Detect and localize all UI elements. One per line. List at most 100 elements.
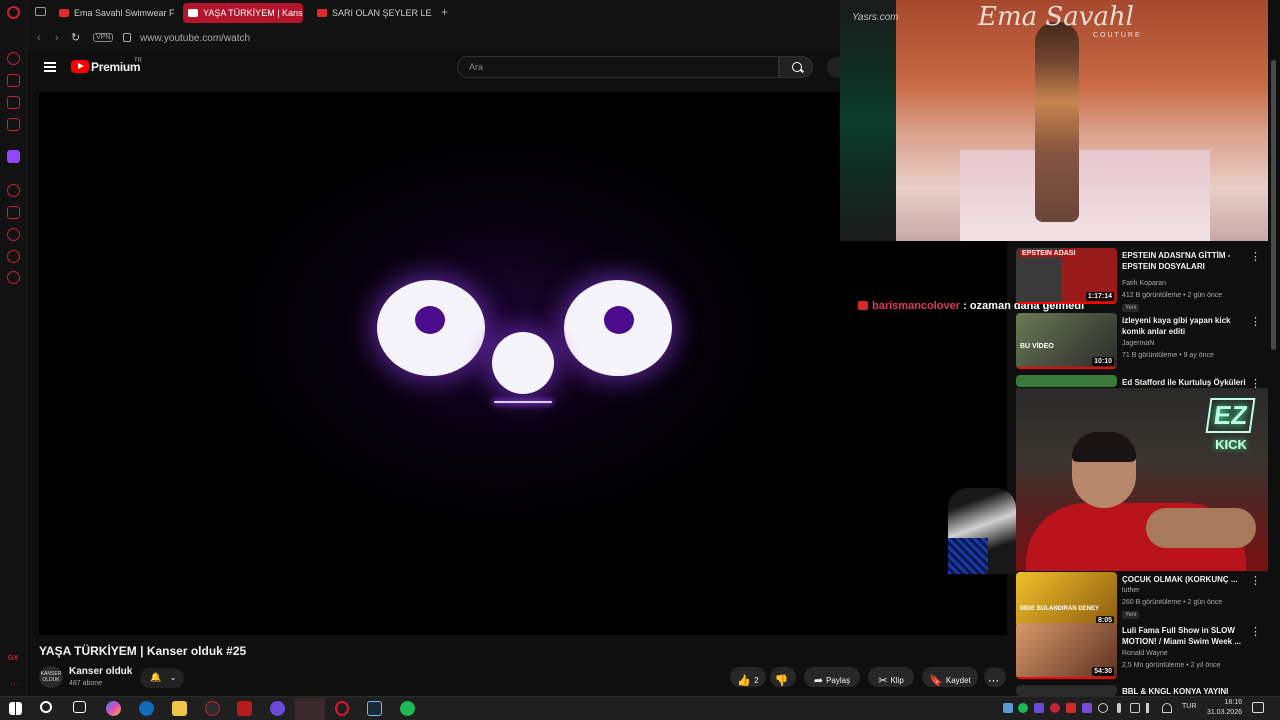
- new-tab-button[interactable]: +: [441, 5, 448, 19]
- voice-search-button[interactable]: [827, 57, 840, 77]
- opera-icon[interactable]: [335, 701, 349, 716]
- tray-settings-icon[interactable]: [1098, 703, 1108, 713]
- channel-name[interactable]: Fatih Koparan: [1122, 280, 1166, 287]
- runway-floor: [960, 150, 1210, 241]
- more-vert-icon[interactable]: ⋮: [1250, 625, 1261, 638]
- page-scrollbar[interactable]: [1270, 30, 1278, 694]
- tray-display-icon[interactable]: [1130, 703, 1140, 713]
- recommended-video[interactable]: Ed Stafford ile Kurtuluş Öyküleri ⋮: [1016, 375, 1268, 390]
- tray-record-icon[interactable]: [1066, 703, 1076, 713]
- reload-icon[interactable]: ↻: [71, 31, 80, 44]
- tray-discord-icon[interactable]: [1034, 703, 1044, 713]
- share-icon: ➦: [813, 675, 824, 687]
- runway-logo-sub: COUTURE: [1093, 32, 1142, 39]
- messenger-icon[interactable]: [7, 96, 20, 109]
- tray-language[interactable]: TUR: [1182, 703, 1196, 710]
- video-title[interactable]: izleyeni kaya gibi yapan kick komik anla…: [1122, 315, 1250, 337]
- streamer-hair: [1072, 432, 1136, 462]
- search-input[interactable]: Ara: [457, 56, 779, 78]
- channel-name[interactable]: luther: [1122, 587, 1140, 594]
- video-meta: 412 B görüntüleme • 2 gün önce: [1122, 292, 1223, 299]
- video-thumbnail[interactable]: 54:30: [1016, 623, 1117, 679]
- tray-network-icon[interactable]: [1003, 703, 1013, 713]
- recorder-icon[interactable]: [205, 701, 220, 716]
- voicemod-icon[interactable]: [237, 701, 252, 716]
- more-vert-icon[interactable]: ⋮: [1250, 574, 1261, 587]
- youtube-logo-icon[interactable]: [71, 60, 89, 73]
- copilot-icon[interactable]: [106, 701, 121, 716]
- video-thumbnail[interactable]: BU VİDEO 10:10: [1016, 313, 1117, 369]
- steam-icon[interactable]: [367, 701, 382, 716]
- more-actions-button[interactable]: ⋯: [984, 667, 1006, 687]
- share-button[interactable]: ➦ Paylaş: [804, 667, 860, 687]
- task-view-icon[interactable]: [73, 701, 86, 713]
- twitch-icon[interactable]: [7, 150, 20, 163]
- video-thumbnail[interactable]: [1016, 685, 1117, 696]
- video-thumbnail[interactable]: MİDE BULANDIRAN DENEY 8:05: [1016, 572, 1117, 628]
- video-title[interactable]: Ed Stafford ile Kurtuluş Öyküleri: [1122, 377, 1250, 388]
- channel-avatar[interactable]: KANSER OLDUK: [39, 666, 63, 688]
- tray-spotify-icon[interactable]: [1018, 703, 1028, 713]
- extensions-icon[interactable]: [7, 250, 20, 263]
- history-icon[interactable]: [7, 228, 20, 241]
- youtube-brand[interactable]: Premium: [91, 60, 141, 74]
- recommended-video[interactable]: MİDE BULANDIRAN DENEY 8:05 ÇOCUK OLMAK (…: [1016, 572, 1268, 628]
- more-vert-icon[interactable]: ⋮: [1250, 315, 1261, 328]
- wallet-icon[interactable]: [7, 206, 20, 219]
- file-explorer-icon[interactable]: [172, 701, 187, 716]
- notification-center-icon[interactable]: [1252, 702, 1264, 713]
- player-icon[interactable]: [7, 184, 20, 197]
- tray-opera-icon[interactable]: [1050, 703, 1060, 713]
- recommended-video[interactable]: EPSTEIN ADASI 1:17:14 EPSTEIN ADASI'NA G…: [1016, 248, 1268, 312]
- opera-logo-icon[interactable]: [7, 6, 20, 19]
- recommended-video[interactable]: 54:30 Luli Fama Full Show in SLOW MOTION…: [1016, 623, 1268, 679]
- video-thumbnail[interactable]: [1016, 375, 1117, 387]
- tab-yasa-turkiyem[interactable]: YAŞA TÜRKİYEM | Kanser: [183, 3, 303, 23]
- search-icon[interactable]: [40, 701, 52, 713]
- bag-icon[interactable]: [7, 74, 20, 87]
- tray-mic-icon[interactable]: [1117, 703, 1121, 713]
- more-vert-icon[interactable]: ⋮: [1250, 250, 1261, 263]
- vpn-badge[interactable]: VPN: [93, 33, 114, 42]
- dislike-button[interactable]: 👎: [770, 667, 796, 687]
- video-title[interactable]: EPSTEIN ADASI'NA GİTTİM - EPSTEIN DOSYAL…: [1122, 250, 1250, 272]
- tab-ema-savahl[interactable]: Ema Savahl Swimwear Fas: [54, 3, 174, 23]
- tray-wifi-icon[interactable]: [1162, 703, 1172, 713]
- menu-icon[interactable]: [44, 62, 56, 72]
- save-button[interactable]: 🔖 Kaydet: [922, 667, 978, 687]
- opera-gx-active-icon[interactable]: [295, 698, 325, 720]
- search-button[interactable]: [779, 56, 813, 78]
- tab-sari-olan[interactable]: SARI OLAN ŞEYLER LEZZE: [312, 3, 432, 23]
- edge-icon[interactable]: [139, 701, 154, 716]
- start-icon[interactable]: [9, 702, 22, 715]
- tray-clock[interactable]: 18:16 31.03.2026: [1206, 698, 1242, 718]
- tray-app-icon[interactable]: [1082, 703, 1092, 713]
- discord-icon[interactable]: [270, 701, 285, 716]
- notification-bell-button[interactable]: 🔔 ⌄: [140, 668, 184, 688]
- thumbs-up-icon: 👍: [737, 675, 752, 687]
- video-thumbnail[interactable]: EPSTEIN ADASI 1:17:14: [1016, 248, 1117, 304]
- speed-dial-icon[interactable]: [7, 52, 20, 65]
- scroll-thumb[interactable]: [1271, 60, 1276, 350]
- settings-icon[interactable]: [7, 271, 20, 284]
- forward-icon[interactable]: ›: [55, 32, 59, 44]
- lock-icon[interactable]: [123, 33, 131, 42]
- channel-name[interactable]: JagermaN: [1122, 340, 1154, 347]
- channel-name[interactable]: Ronald Wayne: [1122, 650, 1168, 657]
- recommended-video[interactable]: BU VİDEO 10:10 izleyeni kaya gibi yapan …: [1016, 313, 1268, 369]
- channel-name[interactable]: Kanser olduk: [69, 666, 132, 677]
- recommended-video[interactable]: BBL & KNGL KONYA YAYINI: [1016, 685, 1268, 696]
- video-title[interactable]: BBL & KNGL KONYA YAYINI: [1122, 686, 1250, 696]
- video-title[interactable]: ÇOCUK OLMAK (KORKUNÇ ...: [1122, 574, 1250, 585]
- more-icon[interactable]: ⋯: [10, 678, 19, 689]
- back-icon[interactable]: ‹: [37, 32, 41, 44]
- tray-volume-icon[interactable]: [1146, 703, 1156, 713]
- cat-blanket: [948, 538, 988, 574]
- clip-button[interactable]: ✂ Klip: [868, 667, 914, 687]
- spotify-icon[interactable]: [400, 701, 415, 716]
- like-button[interactable]: 👍 2: [730, 667, 766, 687]
- news-icon[interactable]: [7, 118, 20, 131]
- url-field[interactable]: www.youtube.com/watch: [140, 33, 250, 44]
- video-title[interactable]: Luli Fama Full Show in SLOW MOTION! / Mi…: [1122, 625, 1250, 647]
- tab-overview-icon[interactable]: [35, 7, 46, 16]
